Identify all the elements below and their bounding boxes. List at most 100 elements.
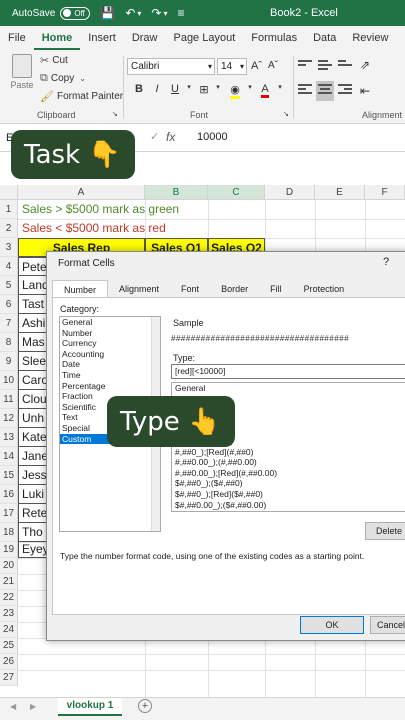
font-color-icon[interactable]: A bbox=[258, 83, 272, 99]
cell-name[interactable]: Caro bbox=[18, 371, 46, 390]
scroll-right-icon[interactable]: ▶ bbox=[30, 702, 36, 711]
formula-input[interactable]: 10000 bbox=[197, 131, 228, 143]
tab-home[interactable]: Home bbox=[33, 26, 81, 50]
row-header[interactable]: 9 bbox=[0, 352, 18, 371]
column-header-e[interactable]: E bbox=[315, 185, 365, 200]
row-header[interactable]: 13 bbox=[0, 428, 18, 447]
italic-button[interactable]: I bbox=[150, 83, 164, 99]
cancel-button[interactable]: Cancel bbox=[370, 616, 405, 634]
category-item[interactable]: Date bbox=[60, 359, 160, 370]
category-item[interactable]: Time bbox=[60, 370, 160, 381]
bold-button[interactable]: B bbox=[132, 83, 146, 99]
format-code-item[interactable]: #,##0.00_);(#,##0.00) bbox=[172, 457, 405, 468]
tab-alignment[interactable]: Alignment bbox=[108, 280, 171, 298]
tab-number[interactable]: Number bbox=[52, 280, 109, 298]
category-item[interactable]: Accounting bbox=[60, 349, 160, 360]
format-code-item[interactable]: #,##0_);[Red](#,##0) bbox=[172, 447, 405, 458]
row-header[interactable]: 5 bbox=[0, 276, 18, 295]
redo-icon[interactable]: ↷ bbox=[151, 6, 161, 20]
chevron-down-icon[interactable]: ▾ bbox=[182, 83, 196, 99]
category-item[interactable]: General bbox=[60, 317, 160, 328]
delete-button[interactable]: Delete bbox=[365, 522, 405, 540]
cell-a1[interactable]: Sales > $5000 mark as green bbox=[22, 202, 179, 216]
format-painter-button[interactable]: 🖌 Format Painter bbox=[40, 90, 123, 103]
font-launcher-icon[interactable]: ↘ bbox=[283, 110, 289, 118]
cell-name[interactable]: Tast bbox=[18, 295, 46, 314]
copy-button[interactable]: ⧉ Copy ⌄ bbox=[40, 72, 89, 85]
clipboard-launcher-icon[interactable]: ↘ bbox=[112, 110, 118, 118]
font-name-select[interactable]: Calibri ▾ bbox=[127, 58, 215, 75]
type-input[interactable]: [red][<10000] bbox=[171, 364, 405, 379]
category-item[interactable]: Currency bbox=[60, 338, 160, 349]
decrease-indent-icon[interactable]: ⇤ bbox=[360, 84, 370, 98]
cell-name[interactable]: Rete bbox=[18, 504, 46, 523]
font-size-select[interactable]: 14 ▾ bbox=[217, 58, 247, 75]
redo-dropdown-icon[interactable]: ▾ bbox=[163, 9, 167, 18]
cut-button[interactable]: ✂ Cut bbox=[40, 54, 68, 67]
row-header[interactable]: 20 bbox=[0, 558, 18, 574]
borders-icon[interactable]: ⊞ bbox=[197, 83, 211, 99]
row-header[interactable]: 24 bbox=[0, 622, 18, 638]
row-header[interactable]: 17 bbox=[0, 504, 18, 523]
cell-name[interactable]: Kate bbox=[18, 428, 46, 447]
cell-name[interactable]: Ashi bbox=[18, 314, 46, 333]
row-header[interactable]: 16 bbox=[0, 485, 18, 504]
increase-font-icon[interactable]: Aˆ bbox=[251, 60, 262, 72]
align-middle-icon[interactable] bbox=[318, 60, 332, 74]
decrease-font-icon[interactable]: Aˇ bbox=[268, 60, 278, 71]
row-header[interactable]: 12 bbox=[0, 409, 18, 428]
undo-dropdown-icon[interactable]: ▾ bbox=[137, 9, 141, 18]
cell-name[interactable]: Eyey bbox=[18, 542, 46, 558]
row-header[interactable]: 18 bbox=[0, 523, 18, 542]
scroll-left-icon[interactable]: ◀ bbox=[10, 702, 16, 711]
ok-button[interactable]: OK bbox=[300, 616, 364, 634]
checkmark-icon[interactable]: ✓ bbox=[150, 130, 159, 143]
tab-review[interactable]: Review bbox=[344, 26, 396, 50]
paste-button[interactable]: Paste bbox=[8, 54, 36, 90]
cell-name[interactable]: Land bbox=[18, 276, 46, 295]
row-header[interactable]: 7 bbox=[0, 314, 18, 333]
cell-name[interactable]: Pete bbox=[18, 257, 46, 276]
format-code-item[interactable]: $#,##0.00_);($#,##0.00) bbox=[172, 500, 405, 511]
format-code-item[interactable]: #,##0.00_);[Red](#,##0.00) bbox=[172, 468, 405, 479]
align-center-icon[interactable] bbox=[316, 81, 334, 101]
tab-file[interactable]: File bbox=[0, 26, 34, 50]
tab-font[interactable]: Font bbox=[170, 280, 211, 298]
column-header-d[interactable]: D bbox=[265, 185, 315, 200]
category-item[interactable]: Number bbox=[60, 328, 160, 339]
tab-insert[interactable]: Insert bbox=[80, 26, 124, 50]
row-header[interactable]: 4 bbox=[0, 257, 18, 276]
column-header-f[interactable]: F bbox=[365, 185, 405, 200]
sheet-tab-vlookup-1[interactable]: vlookup 1 bbox=[58, 698, 122, 716]
cell-name[interactable]: Jane bbox=[18, 447, 46, 466]
tab-fill[interactable]: Fill bbox=[259, 280, 293, 298]
format-code-item[interactable]: $#,##0_);($#,##0) bbox=[172, 478, 405, 489]
fill-color-icon[interactable]: ◉ bbox=[228, 83, 242, 99]
customize-toolbar-icon[interactable]: ≡ bbox=[177, 6, 184, 20]
row-header[interactable]: 6 bbox=[0, 295, 18, 314]
row-header[interactable]: 19 bbox=[0, 542, 18, 558]
column-header-a[interactable]: A bbox=[18, 185, 145, 200]
tab-draw[interactable]: Draw bbox=[124, 26, 166, 50]
row-header[interactable]: 23 bbox=[0, 606, 18, 622]
align-left-icon[interactable] bbox=[298, 84, 312, 98]
row-header[interactable]: 26 bbox=[0, 654, 18, 670]
column-header-b[interactable]: B bbox=[145, 185, 208, 200]
tab-formulas[interactable]: Formulas bbox=[243, 26, 305, 50]
chevron-down-icon[interactable]: ▾ bbox=[211, 83, 225, 99]
align-top-icon[interactable] bbox=[298, 60, 312, 74]
row-header[interactable]: 21 bbox=[0, 574, 18, 590]
tab-page-layout[interactable]: Page Layout bbox=[165, 26, 243, 50]
autosave-toggle[interactable]: Off bbox=[60, 6, 91, 20]
row-header[interactable]: 1 bbox=[0, 200, 18, 219]
row-header[interactable]: 10 bbox=[0, 371, 18, 390]
format-code-item[interactable]: $#,##0_);[Red]($#,##0) bbox=[172, 489, 405, 500]
tab-data[interactable]: Data bbox=[305, 26, 344, 50]
row-header[interactable]: 15 bbox=[0, 466, 18, 485]
row-header[interactable]: 22 bbox=[0, 590, 18, 606]
align-right-icon[interactable] bbox=[338, 84, 352, 98]
row-header[interactable]: 8 bbox=[0, 333, 18, 352]
add-sheet-button[interactable]: + bbox=[138, 699, 152, 713]
cell-name[interactable]: Unh bbox=[18, 409, 46, 428]
select-all-corner[interactable] bbox=[0, 185, 18, 200]
